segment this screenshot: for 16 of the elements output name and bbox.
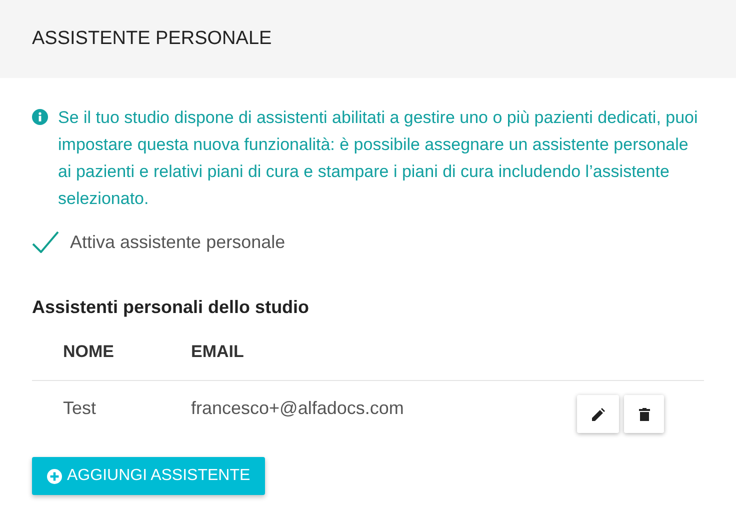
info-icon [32, 109, 48, 125]
edit-button[interactable] [577, 395, 619, 433]
column-header: NOME [63, 341, 115, 363]
table-cell-text: francesco+@alfadocs.com [191, 397, 405, 420]
info-text: Se il tuo studio dispone di assistenti abilitati a gestire uno o più pazienti dedicati, puoi impostare questa nuova funzionalità: è possibile assegnare un assistente personale ai pazienti e relativi piani di cura e stampare i piani di cura includendo l’assistente selezionato. [58, 107, 699, 210]
panel-title: ASSISTENTE PERSONALE [32, 26, 272, 51]
table-cell-text: Test [63, 397, 98, 420]
delete-button[interactable] [624, 395, 664, 433]
pencil-icon [592, 408, 604, 420]
trash-icon [638, 408, 650, 420]
checkbox-label: Attiva assistente personale [70, 230, 286, 254]
add-assistant-button[interactable]: AGGIUNGI ASSISTENTE [32, 457, 266, 495]
plus-circle-icon [47, 468, 62, 484]
column-header: EMAIL [191, 341, 244, 363]
section-title: Assistenti personali dello studio [32, 296, 310, 319]
check-icon [32, 231, 59, 253]
